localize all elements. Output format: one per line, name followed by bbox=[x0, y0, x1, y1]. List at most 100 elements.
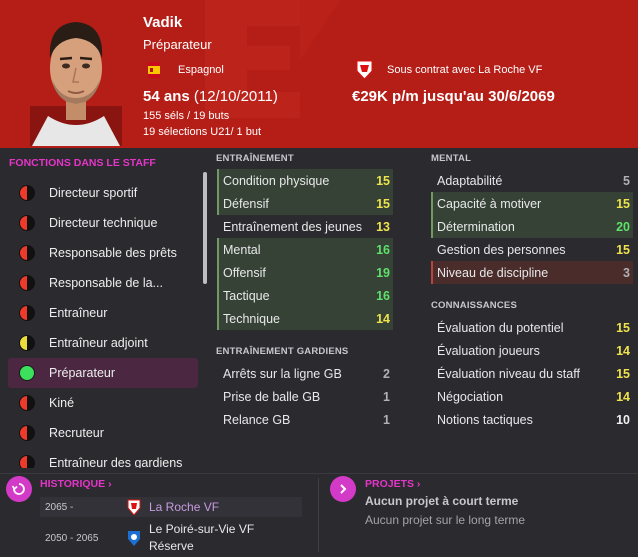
projects-button[interactable] bbox=[330, 476, 356, 502]
attribute-value: 13 bbox=[376, 219, 390, 234]
attribute-row[interactable]: Entraînement des jeunes 13 bbox=[217, 215, 393, 238]
attribute-label: Évaluation du potentiel bbox=[437, 320, 564, 335]
staff-role-item[interactable]: Directeur sportif bbox=[8, 178, 198, 208]
staff-role-item[interactable]: Préparateur bbox=[8, 358, 198, 388]
staff-role-item[interactable]: Entraîneur des gardiens bbox=[8, 448, 198, 468]
attribute-value: 19 bbox=[376, 265, 390, 280]
attribute-value: 2 bbox=[383, 366, 390, 381]
chevron-right-icon bbox=[340, 484, 347, 494]
attribute-row[interactable]: Prise de balle GB 1 bbox=[217, 385, 393, 408]
nationality[interactable]: Espagnol bbox=[178, 64, 224, 76]
roles-scrollbar[interactable] bbox=[203, 172, 207, 284]
role-suitability-icon bbox=[19, 305, 35, 321]
profile-header: Vadik Préparateur Espagnol Sous contrat … bbox=[0, 0, 638, 148]
knowledge-attributes: Évaluation du potentiel 15 Évaluation joue… bbox=[431, 316, 633, 431]
role-suitability-icon bbox=[19, 275, 35, 291]
attribute-value: 5 bbox=[623, 173, 630, 188]
attribute-label: Technique bbox=[223, 311, 280, 326]
role-suitability-icon bbox=[19, 215, 35, 231]
staff-role-label: Entraîneur adjoint bbox=[49, 336, 148, 350]
history-club-link[interactable]: La Roche VF bbox=[149, 500, 219, 514]
attribute-label: Négociation bbox=[437, 389, 504, 404]
chevron-right-icon: › bbox=[105, 478, 112, 490]
staff-role-label: Préparateur bbox=[49, 366, 116, 380]
attribute-row[interactable]: Défensif 15 bbox=[217, 192, 393, 215]
attribute-label: Détermination bbox=[437, 219, 515, 234]
staff-role-item[interactable]: Kiné bbox=[8, 388, 198, 418]
attribute-value: 16 bbox=[376, 288, 390, 303]
staff-role-label: Directeur sportif bbox=[49, 186, 138, 200]
attribute-label: Notions tactiques bbox=[437, 412, 533, 427]
attribute-row[interactable]: Gestion des personnes 15 bbox=[431, 238, 633, 261]
attribute-label: Défensif bbox=[223, 196, 269, 211]
attribute-label: Relance GB bbox=[223, 412, 291, 427]
staff-name: Vadik bbox=[143, 14, 183, 31]
projects-link[interactable]: PROJETS › bbox=[365, 478, 420, 490]
attribute-value: 15 bbox=[616, 366, 630, 381]
mental-section-title: MENTAL bbox=[431, 153, 472, 164]
attribute-row[interactable]: Capacité à motiver 15 bbox=[431, 192, 633, 215]
attribute-label: Évaluation joueurs bbox=[437, 343, 540, 358]
section-divider bbox=[0, 473, 638, 474]
training-attributes: Condition physique 15 Défensif 15 Entraîneme… bbox=[217, 169, 393, 330]
spain-flag-icon bbox=[148, 62, 160, 78]
u21-caps: 19 sélections U21/ 1 but bbox=[143, 126, 262, 138]
attribute-label: Entraînement des jeunes bbox=[223, 219, 362, 234]
staff-role-item[interactable]: Responsable des prêts bbox=[8, 238, 198, 268]
bottom-divider bbox=[318, 478, 319, 552]
caps-goals: 155 séls / 19 buts bbox=[143, 110, 230, 122]
attribute-value: 14 bbox=[616, 389, 630, 404]
attribute-row[interactable]: Mental 16 bbox=[217, 238, 393, 261]
staff-role-item[interactable]: Recruteur bbox=[8, 418, 198, 448]
staff-role-item[interactable]: Entraîneur bbox=[8, 298, 198, 328]
history-club: Le Poiré-sur-Vie VF Réserve bbox=[149, 521, 254, 555]
staff-role-label: Responsable des prêts bbox=[49, 246, 177, 260]
attribute-row[interactable]: Évaluation niveau du staff 15 bbox=[431, 362, 633, 385]
attribute-row[interactable]: Arrêts sur la ligne GB 2 bbox=[217, 362, 393, 385]
attribute-row[interactable]: Niveau de discipline 3 bbox=[431, 261, 633, 284]
date-of-birth: (12/10/2011) bbox=[193, 88, 278, 105]
attribute-row[interactable]: Détermination 20 bbox=[431, 215, 633, 238]
attribute-row[interactable]: Technique 14 bbox=[217, 307, 393, 330]
attribute-row[interactable]: Négociation 14 bbox=[431, 385, 633, 408]
attribute-value: 15 bbox=[376, 196, 390, 211]
attribute-value: 15 bbox=[376, 173, 390, 188]
attribute-row[interactable]: Tactique 16 bbox=[217, 284, 393, 307]
history-icon bbox=[12, 483, 25, 495]
role-suitability-icon bbox=[19, 335, 35, 351]
staff-role-label: Responsable de la... bbox=[49, 276, 163, 290]
attribute-label: Condition physique bbox=[223, 173, 330, 188]
history-button[interactable] bbox=[6, 476, 32, 502]
staff-role-label: Entraîneur bbox=[49, 306, 108, 320]
staff-role-item[interactable]: Entraîneur adjoint bbox=[8, 328, 198, 358]
staff-role-label: Entraîneur des gardiens bbox=[49, 456, 183, 468]
attribute-row[interactable]: Évaluation du potentiel 15 bbox=[431, 316, 633, 339]
attribute-value: 15 bbox=[616, 196, 630, 211]
attribute-label: Évaluation niveau du staff bbox=[437, 366, 580, 381]
attribute-row[interactable]: Notions tactiques 10 bbox=[431, 408, 633, 431]
club-badge-icon bbox=[128, 531, 140, 546]
history-years: 2065 - bbox=[45, 501, 74, 513]
history-link[interactable]: HISTORIQUE › bbox=[40, 478, 112, 490]
attribute-label: Offensif bbox=[223, 265, 266, 280]
attribute-label: Niveau de discipline bbox=[437, 265, 549, 280]
attribute-row[interactable]: Adaptabilité 5 bbox=[431, 169, 633, 192]
attribute-label: Tactique bbox=[223, 288, 270, 303]
attribute-row[interactable]: Évaluation joueurs 14 bbox=[431, 339, 633, 362]
attribute-value: 20 bbox=[616, 219, 630, 234]
knowledge-section-title: CONNAISSANCES bbox=[431, 300, 517, 311]
attribute-row[interactable]: Offensif 19 bbox=[217, 261, 393, 284]
contract-status[interactable]: Sous contrat avec La Roche VF bbox=[387, 64, 542, 76]
staff-roles-list: Directeur sportif Directeur technique Resp… bbox=[8, 178, 198, 468]
staff-role: Préparateur bbox=[143, 37, 212, 52]
staff-role-item[interactable]: Directeur technique bbox=[8, 208, 198, 238]
attribute-row[interactable]: Relance GB 1 bbox=[217, 408, 393, 431]
long-term-projects: Aucun projet sur le long terme bbox=[365, 513, 526, 527]
history-row: 2065 - La Roche VF bbox=[40, 497, 302, 517]
attribute-row[interactable]: Condition physique 15 bbox=[217, 169, 393, 192]
history-club-team: Réserve bbox=[149, 539, 194, 553]
staff-role-item[interactable]: Responsable de la... bbox=[8, 268, 198, 298]
staff-role-label: Directeur technique bbox=[49, 216, 158, 230]
gk-training-section-title: ENTRAÎNEMENT GARDIENS bbox=[216, 346, 349, 357]
mental-attributes: Adaptabilité 5 Capacité à motiver 15 Détermi… bbox=[431, 169, 633, 284]
